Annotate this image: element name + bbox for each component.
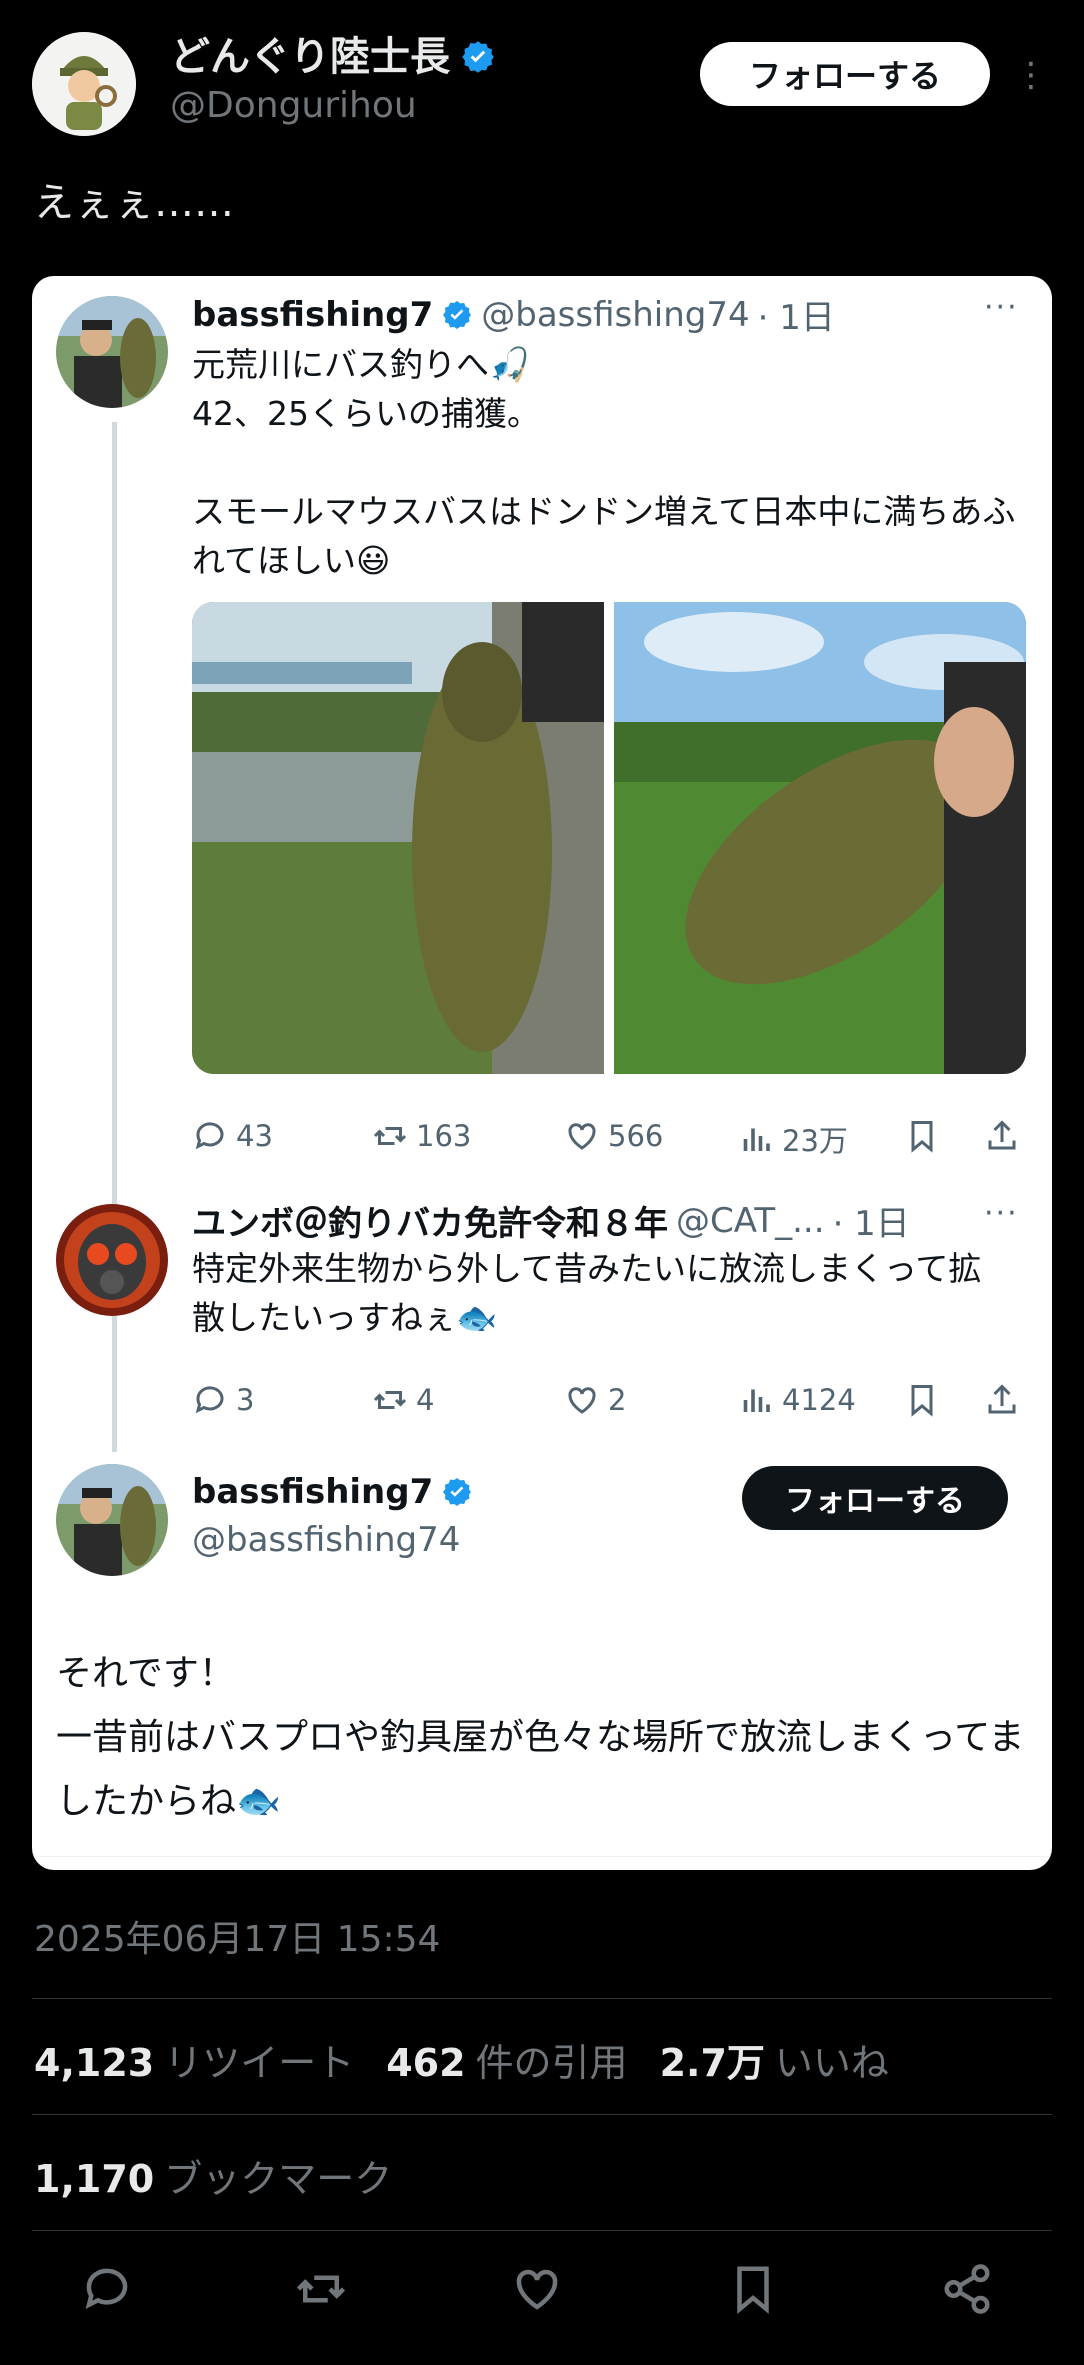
verified-badge-icon: [462, 41, 494, 73]
post-author-name[interactable]: bassfishing7: [192, 1472, 433, 1512]
quotes-count: 462: [386, 2041, 466, 2085]
divider: [32, 2230, 1052, 2231]
engagement-stats: 4,123 リツイート 462 件の引用 2.7万 いいね: [34, 2032, 889, 2087]
avatar[interactable]: [56, 1464, 168, 1576]
like-count: 566: [608, 1119, 664, 1153]
post-author-name[interactable]: ユンボ＠釣りバカ免許令和８年: [192, 1196, 668, 1245]
post-actions-spacer: [192, 728, 1032, 778]
thread-line: [112, 1324, 117, 1452]
share-button[interactable]: [984, 1118, 1020, 1154]
tweet-timestamp[interactable]: 2025年06月17日 15:54: [34, 1910, 440, 1962]
more-icon[interactable]: ⋮: [1014, 50, 1048, 100]
share-icon: [988, 1384, 1016, 1414]
bookmark-button[interactable]: [904, 1382, 940, 1418]
like-button[interactable]: 566: [564, 1118, 663, 1154]
retweet-button[interactable]: 163: [372, 1118, 471, 1154]
post-media[interactable]: [192, 602, 1026, 1074]
bookmarks-count: 1,170: [34, 2157, 155, 2201]
quotes-stat[interactable]: 462 件の引用: [386, 2032, 627, 2087]
follow-button[interactable]: フォローする: [700, 42, 990, 106]
retweet-count: 4: [416, 1383, 435, 1417]
retweet-button[interactable]: 4: [372, 1382, 434, 1418]
retweet-icon: [373, 1391, 407, 1409]
post-text: それです！ 一昔前はバスプロや釣具屋が色々な場所で放流しまくってましたからね🐟: [56, 1653, 1025, 1822]
views-icon: [743, 1128, 770, 1151]
bookmark-button[interactable]: [904, 1118, 940, 1154]
avatar[interactable]: [56, 1204, 168, 1316]
reply-count: 43: [236, 1119, 273, 1153]
views-button[interactable]: 23万: [738, 1118, 848, 1160]
post-author-handle-row: @bassfishing74: [192, 1520, 460, 1560]
like-icon: [568, 1123, 596, 1150]
author-block: どんぐり陸士長 @Dongurihou: [170, 32, 496, 130]
verified-badge-icon: [443, 1478, 472, 1506]
views-button[interactable]: 4124: [738, 1382, 856, 1418]
likes-count: 2.7万: [659, 2041, 765, 2085]
like-button[interactable]: 2: [564, 1382, 626, 1418]
reply-icon: [195, 1122, 224, 1150]
retweets-stat[interactable]: 4,123 リツイート: [34, 2032, 354, 2087]
more-icon[interactable]: ···: [984, 1196, 1019, 1231]
post-author-name[interactable]: bassfishing7: [192, 295, 433, 335]
post-author-handle[interactable]: @bassfishing74: [192, 1520, 460, 1560]
like-icon: [568, 1387, 596, 1414]
reply-count: 3: [236, 1383, 255, 1417]
reply-icon: [195, 1386, 224, 1414]
bookmarks-label: ブックマーク: [164, 2157, 393, 2201]
views-icon: [743, 1389, 770, 1412]
divider: [32, 1998, 1052, 1999]
retweet-count: 163: [416, 1119, 472, 1153]
retweet-icon: [373, 1127, 407, 1145]
tweet-detail-page: どんぐり陸士長 @Dongurihou フォローする ⋮ えぇぇ…… bassf…: [0, 0, 1084, 2365]
display-name-text: どんぐり陸士長: [170, 34, 450, 80]
divider: [32, 2114, 1052, 2115]
bookmark-icon[interactable]: [726, 2262, 786, 2322]
fish-photo[interactable]: [614, 602, 1026, 1074]
avatar[interactable]: [56, 296, 168, 408]
reply-icon[interactable]: [80, 2262, 140, 2322]
retweets-label: リツイート: [164, 2041, 355, 2085]
reply-button[interactable]: 3: [192, 1382, 254, 1418]
post-text: 特定外来生物から外して昔みたいに放流しまくって拡散したいっすねぇ🐟: [192, 1249, 982, 1337]
verified-badge-icon: [443, 300, 472, 329]
tweet-text: えぇぇ……: [34, 180, 234, 226]
post-time[interactable]: · 1日: [833, 1196, 910, 1245]
likes-stat[interactable]: 2.7万 いいね: [660, 2032, 889, 2087]
retweet-icon[interactable]: [294, 2262, 354, 2322]
post-author-handle[interactable]: @bassfishing74: [481, 295, 749, 335]
display-name[interactable]: どんぐり陸士長: [170, 32, 496, 82]
bookmark-icon: [911, 1121, 933, 1153]
share-icon[interactable]: [940, 2262, 1000, 2322]
post1-actions: 43 163 566 23万: [192, 1118, 1032, 1168]
post-text: 元荒川にバス釣りへ🎣 42、25くらいの捕獲。 スモールマウスバスはドンドン増え…: [192, 345, 1016, 580]
like-count: 2: [608, 1383, 627, 1417]
share-button[interactable]: [984, 1382, 1020, 1418]
post-author-row: ユンボ＠釣りバカ免許令和８年 @CAT_... · 1日: [192, 1196, 910, 1245]
views-count: 4124: [782, 1383, 856, 1417]
thread-line: [112, 422, 117, 1332]
fish-photo[interactable]: [192, 602, 604, 1074]
avatar[interactable]: [32, 32, 136, 136]
post-author-handle[interactable]: @CAT_...: [676, 1201, 825, 1241]
bookmarks-stat[interactable]: 1,170 ブックマーク: [34, 2148, 392, 2203]
post2-actions: 3 4 2 4124: [192, 1382, 1032, 1432]
quotes-label: 件の引用: [475, 2041, 628, 2085]
likes-label: いいね: [774, 2041, 889, 2085]
reply-button[interactable]: 43: [192, 1118, 273, 1154]
post-author-row: bassfishing7 @bassfishing74 · 1日: [192, 290, 835, 339]
handle[interactable]: @Dongurihou: [170, 82, 496, 130]
follow-button[interactable]: フォローする: [742, 1466, 1008, 1530]
tweet-header: どんぐり陸士長 @Dongurihou フォローする ⋮: [32, 30, 1052, 140]
like-icon[interactable]: [510, 2262, 570, 2322]
views-count: 23万: [782, 1124, 848, 1158]
divider: [32, 1856, 1052, 1857]
tweet-action-bar: [0, 2262, 1084, 2322]
retweets-count: 4,123: [34, 2041, 155, 2085]
share-icon: [988, 1120, 1016, 1150]
quoted-thread-card[interactable]: bassfishing7 @bassfishing74 · 1日 ··· 元荒川…: [32, 276, 1052, 1870]
more-icon[interactable]: ···: [984, 290, 1019, 325]
bookmark-icon: [911, 1385, 933, 1417]
post-author-row: bassfishing7: [192, 1472, 473, 1512]
post-time[interactable]: · 1日: [758, 290, 835, 339]
